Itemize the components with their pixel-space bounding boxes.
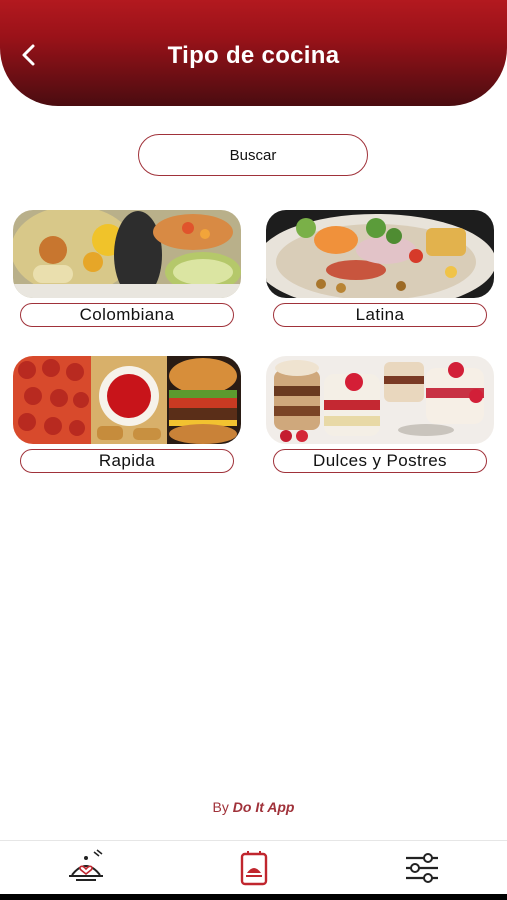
desserts-photo — [266, 356, 494, 444]
ceviche-photo — [266, 210, 494, 298]
category-card-latina[interactable]: Latina — [266, 210, 494, 327]
footer-brand: By Do It App — [0, 799, 507, 815]
search-button[interactable]: Buscar — [138, 134, 368, 176]
category-label: Colombiana — [20, 303, 234, 327]
page-title: Tipo de cocina — [167, 42, 340, 69]
fast-food-photo — [13, 356, 241, 444]
category-label: Dulces y Postres — [273, 449, 487, 473]
app-header: Tipo de cocina — [0, 0, 507, 106]
dish-heart-icon — [69, 849, 103, 881]
nav-item-dishes[interactable] — [66, 849, 106, 887]
category-label: Latina — [273, 303, 487, 327]
sliders-icon — [406, 853, 438, 883]
footer-by: By — [212, 799, 229, 815]
category-card-rapida[interactable]: Rapida — [13, 356, 241, 473]
recipe-book-icon — [240, 851, 268, 886]
nav-item-recipes[interactable] — [234, 849, 274, 887]
category-label: Rapida — [20, 449, 234, 473]
system-bottom-bar — [0, 894, 507, 900]
nav-item-filters[interactable] — [402, 849, 442, 887]
colombian-food-photo — [13, 210, 241, 298]
brand-name: Do It App — [232, 799, 295, 815]
category-card-colombiana[interactable]: Colombiana — [13, 210, 241, 327]
category-card-dulces-y-postres[interactable]: Dulces y Postres — [266, 356, 494, 473]
bottom-nav — [0, 840, 507, 895]
